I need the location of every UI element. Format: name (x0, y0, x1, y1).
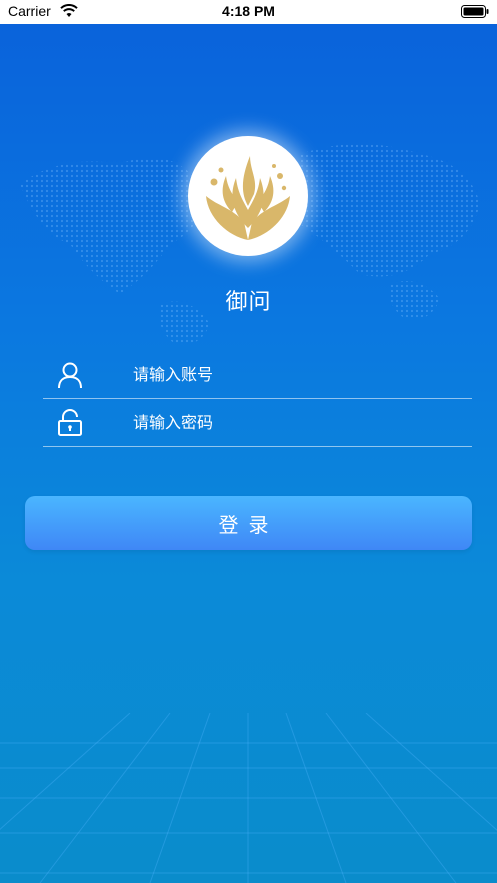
grid-floor-decoration (0, 713, 497, 883)
lock-icon (58, 409, 82, 436)
password-underline (43, 446, 472, 447)
app-name: 御问 (225, 290, 272, 315)
account-input[interactable] (133, 357, 463, 391)
user-icon (58, 362, 82, 389)
password-input[interactable] (133, 405, 463, 439)
account-field[interactable] (43, 351, 472, 399)
status-bar: Carrier 4:18 PM (0, 0, 497, 24)
login-screen: 御问 登录 (0, 24, 497, 883)
battery-icon (461, 5, 489, 22)
app-logo (188, 136, 308, 256)
status-time: 4:18 PM (222, 3, 275, 19)
password-field[interactable] (43, 399, 472, 447)
login-button[interactable]: 登录 (25, 496, 472, 550)
